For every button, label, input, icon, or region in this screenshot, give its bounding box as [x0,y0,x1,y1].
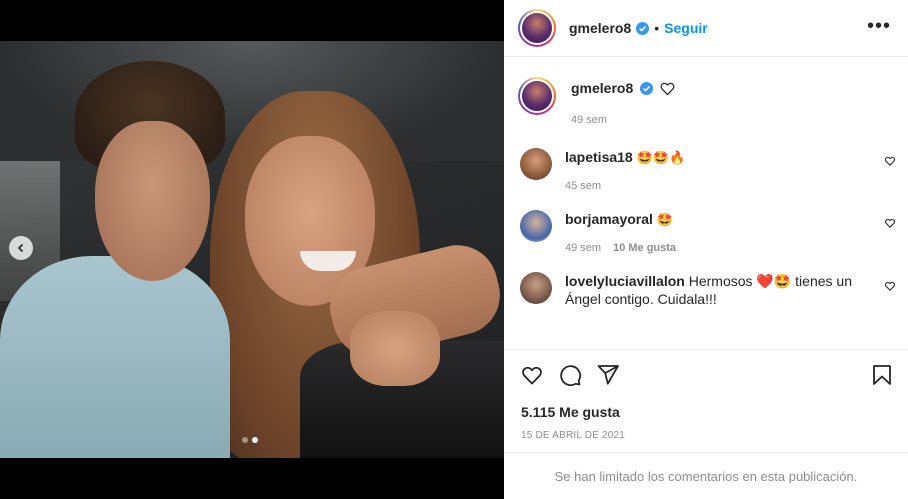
verified-badge-icon [636,21,650,35]
comment-item: lovelyluciavillalon Hermosos ❤️🤩 tienes … [504,272,908,308]
post-date: 15 DE ABRIL DE 2021 [521,430,626,441]
photo-man-shirt [0,256,230,458]
likes-count[interactable]: 5.115 Me gusta [504,404,908,420]
follow-button[interactable]: Seguir [664,20,708,36]
photo-hand [350,311,440,386]
media-panel [0,0,504,499]
comment-text: 🤩🤩🔥 [636,150,686,165]
commenter-avatar[interactable] [520,148,552,180]
comment-like-icon[interactable] [884,155,896,167]
action-bar [504,350,908,400]
caption-item: gmelero8 49 sem [504,57,908,126]
avatar[interactable] [518,9,556,47]
comment-like-icon[interactable] [884,217,896,229]
caption-time: 49 sem [571,114,608,126]
comment-item: lapetisa18 🤩🤩🔥 45 sem [504,148,908,192]
post-photo[interactable] [0,41,504,458]
carousel-dot-active [252,437,258,443]
more-options-icon[interactable]: ••• [867,16,891,36]
carousel-indicator [242,437,258,443]
post-details-panel: gmelero8 • Seguir ••• gmelero8 49 sem la… [504,0,908,499]
post-header: gmelero8 • Seguir ••• [504,0,908,57]
share-icon[interactable] [596,363,620,387]
comments-limited-notice: Se han limitado los comentarios en esta … [504,452,908,499]
comments-list[interactable]: gmelero8 49 sem lapetisa18 🤩🤩🔥 45 sem bo… [504,57,908,350]
post-username[interactable]: gmelero8 [569,20,631,36]
photo-man-face [95,121,210,281]
commenter-avatar[interactable] [520,272,552,304]
comment-time: 45 sem [565,180,602,192]
verified-badge-icon [640,82,654,95]
bookmark-icon[interactable] [870,363,894,387]
comment-like-icon[interactable] [884,280,896,292]
comment-username[interactable]: borjamayoral [565,211,653,227]
caption-avatar[interactable] [518,77,556,115]
commenter-avatar[interactable] [520,210,552,242]
comment-text: 🤩 [656,212,674,227]
caption-username[interactable]: gmelero8 [571,80,633,96]
comment-username[interactable]: lovelyluciavillalon [565,273,685,289]
comment-time: 49 sem [565,242,602,254]
heart-outline-icon[interactable] [659,80,676,97]
comment-icon[interactable] [558,363,582,387]
like-heart-icon[interactable] [520,363,544,387]
comment-likes[interactable]: 10 Me gusta [613,242,676,254]
carousel-dot [242,437,248,443]
comment-item: borjamayoral 🤩 49 sem 10 Me gusta [504,210,908,254]
header-separator: • [654,20,660,36]
chevron-left-icon [17,243,24,253]
previous-photo-button[interactable] [9,236,33,260]
comment-username[interactable]: lapetisa18 [565,149,633,165]
